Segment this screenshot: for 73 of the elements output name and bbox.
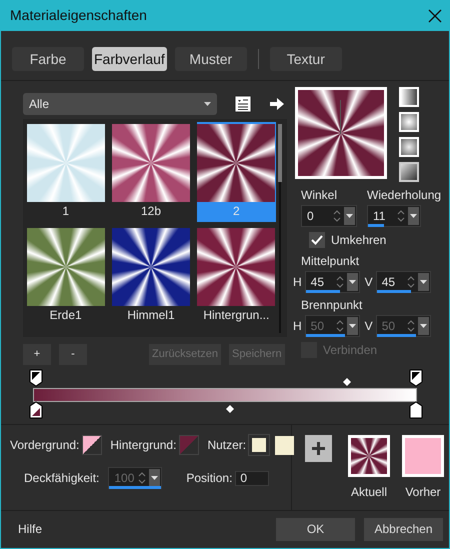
field-label: Wiederholung xyxy=(367,187,442,204)
caret-icon xyxy=(346,214,353,218)
help-link[interactable]: Hilfe xyxy=(18,520,42,538)
swatch-label: Hintergrund: xyxy=(110,437,176,454)
dropdown-button[interactable] xyxy=(408,207,419,225)
tab[interactable]: Textur xyxy=(270,47,342,71)
preset-item[interactable]: 1 xyxy=(26,122,106,222)
tab[interactable]: Farbverlauf xyxy=(92,47,167,71)
caret-icon xyxy=(410,214,417,218)
window-title: Materialeigenschaften xyxy=(10,6,147,25)
plus-icon xyxy=(312,442,325,456)
dropdown-button[interactable] xyxy=(346,273,358,291)
preset-item[interactable]: Himmel1 xyxy=(111,226,191,326)
spin-icon[interactable] xyxy=(406,275,415,289)
preset-item[interactable]: Hintergrun... xyxy=(196,226,276,326)
caret-icon xyxy=(348,324,356,328)
category-dropdown[interactable]: Alle xyxy=(23,93,217,115)
tab[interactable]: Muster xyxy=(174,47,247,71)
gradient-stop-icon[interactable] xyxy=(29,369,43,388)
spin-icon[interactable] xyxy=(397,209,405,223)
axis-label: V xyxy=(364,274,373,291)
gradient-style-button[interactable] xyxy=(399,162,419,182)
field-label: Position: xyxy=(186,470,232,488)
midpoint-icon[interactable] xyxy=(226,405,234,414)
axis-label: H xyxy=(293,318,302,335)
gradient-stop-icon[interactable] xyxy=(409,369,423,388)
field-label: Deckfähigkeit: xyxy=(24,470,100,488)
caret-icon xyxy=(420,280,427,284)
number-field[interactable]: 45 xyxy=(376,271,431,293)
gradient-stop-icon[interactable] xyxy=(409,401,423,420)
gradient-preview[interactable] xyxy=(295,87,387,179)
caret-icon xyxy=(420,324,427,328)
color-swatch[interactable] xyxy=(275,436,294,455)
add-button[interactable] xyxy=(305,435,332,462)
gradient-stop-icon[interactable] xyxy=(29,401,43,420)
close-icon[interactable] xyxy=(428,8,442,22)
number-field[interactable]: 0 xyxy=(301,205,357,227)
dialog-button[interactable]: OK xyxy=(276,518,355,541)
field-label: Winkel xyxy=(301,187,338,204)
section-label: Brennpunkt xyxy=(301,297,364,314)
preset-item[interactable]: 12b xyxy=(111,122,191,222)
preset-item[interactable]: Erde1 xyxy=(26,226,106,326)
spin-icon[interactable] xyxy=(333,209,341,223)
color-swatch[interactable] xyxy=(82,435,102,456)
list-button[interactable]: + xyxy=(23,344,51,365)
caret-icon xyxy=(348,280,356,284)
swatch-label: Aktuell xyxy=(350,484,388,502)
dropdown-button[interactable] xyxy=(418,273,429,291)
spin-icon[interactable] xyxy=(336,275,344,289)
dialog-button[interactable]: Abbrechen xyxy=(364,518,443,541)
number-field[interactable]: 45 xyxy=(304,271,360,293)
swatch-label: Vorher xyxy=(405,484,441,502)
list-button[interactable]: - xyxy=(59,344,87,365)
midpoint-icon[interactable] xyxy=(343,378,351,386)
arrow-right-icon[interactable] xyxy=(269,97,285,111)
checkbox[interactable] xyxy=(309,232,325,248)
gradient-editor[interactable] xyxy=(29,369,421,422)
number-field[interactable]: 11 xyxy=(367,205,421,227)
position-field[interactable]: 0 xyxy=(235,470,270,486)
axis-label: V xyxy=(364,318,373,335)
swatch-label: Nutzer: xyxy=(207,437,246,454)
caret-icon xyxy=(204,102,211,106)
caret-icon xyxy=(151,476,158,480)
swatch-label: Vordergrund: xyxy=(10,437,80,454)
axis-label: H xyxy=(293,274,302,291)
checkbox-label: Umkehren xyxy=(331,232,386,249)
list-icon[interactable] xyxy=(235,96,251,112)
section-label: Mittelpunkt xyxy=(301,253,360,270)
check-icon xyxy=(311,235,323,245)
color-swatch[interactable] xyxy=(179,435,200,456)
dropdown-button[interactable] xyxy=(344,207,355,225)
tab[interactable]: Farbe xyxy=(12,47,84,71)
checkbox-label: Verbinden xyxy=(323,342,378,359)
